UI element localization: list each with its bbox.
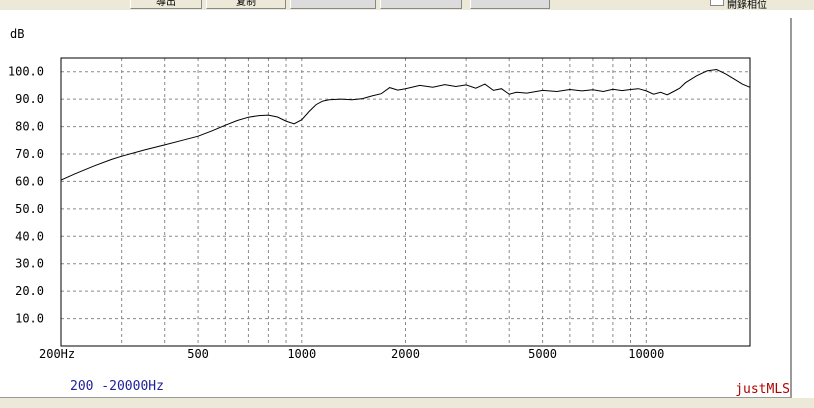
x-tick-label: 500 [187, 347, 209, 361]
y-tick-label: 60.0 [15, 174, 44, 188]
x-tick-label: 1000 [287, 347, 316, 361]
x-tick-label: 5000 [528, 347, 557, 361]
y-tick-label: 70.0 [15, 147, 44, 161]
frequency-range-label: 200 -20000Hz [70, 379, 164, 394]
y-tick-label: 30.0 [15, 257, 44, 271]
x-tick-label: 2000 [391, 347, 420, 361]
x-tick-label: 200Hz [39, 347, 75, 361]
y-tick-label: 20.0 [15, 284, 44, 298]
y-axis-label: dB [10, 27, 24, 41]
y-tick-label: 100.0 [8, 65, 44, 79]
brand-label: justMLS [735, 382, 790, 397]
y-tick-label: 10.0 [15, 312, 44, 326]
frequency-response-chart: 100.0 90.0 80.0 70.0 60.0 50.0 40.0 30.0 20.0 10.… [8, 27, 790, 397]
y-tick-label: 50.0 [15, 202, 44, 216]
y-tick-label: 40.0 [15, 229, 44, 243]
y-tick-label: 90.0 [15, 92, 44, 106]
y-tick-label: 80.0 [15, 120, 44, 134]
x-tick-label: 10000 [628, 347, 664, 361]
